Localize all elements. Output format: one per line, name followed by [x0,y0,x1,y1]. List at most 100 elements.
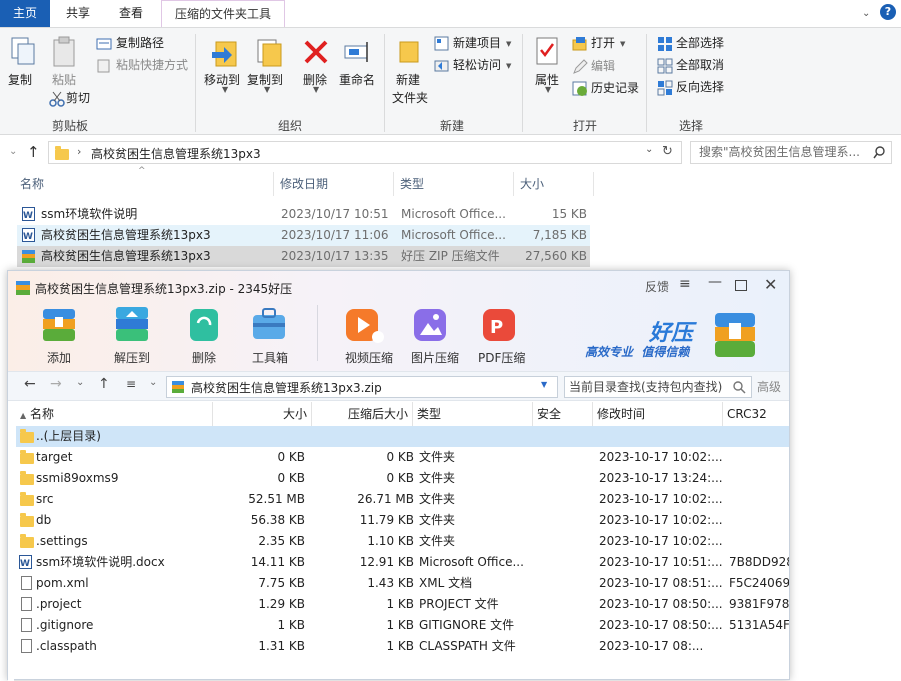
column-name[interactable]: 名称 [14,172,274,196]
archive-row[interactable]: .settings 2.35 KB 1.10 KB 文件夹 2023-10-17 10:… [16,531,789,552]
haozip-header: 高校贫困生信息管理系统13px3.zip - 2345好压 反馈 ≡ — ✕ 添… [8,271,789,371]
up-level-icon[interactable]: ↑ [98,376,110,392]
search-icon[interactable] [733,381,746,394]
properties-dropdown-icon[interactable]: ▼ [545,85,551,94]
rename-button[interactable]: 重命名 [339,71,375,88]
add-button[interactable]: 添加 [47,349,71,366]
history-button[interactable]: 历史记录 [591,78,639,98]
easy-access-button[interactable]: 轻松访问 [453,55,501,75]
select-all-button[interactable]: 全部选择 [676,33,724,53]
image-compress-icon[interactable] [412,303,454,347]
archive-row[interactable]: target 0 KB 0 KB 文件夹 2023-10-17 10:02:... [16,447,789,468]
parent-directory-row[interactable]: ..(上层目录) [16,426,789,447]
delete-recycle-icon[interactable] [184,303,224,347]
copy-path-button[interactable]: 复制路径 [116,33,164,53]
extract-to-button[interactable]: 解压到 [114,349,150,366]
paste-shortcut-button[interactable]: 粘贴快捷方式 [116,55,188,75]
invert-selection-button[interactable]: 反向选择 [676,77,724,97]
column-modified-time[interactable]: 修改时间 [593,402,723,426]
tab-share[interactable]: 共享 [54,0,102,27]
column-crc32[interactable]: CRC32 [723,402,789,426]
toolbox-icon[interactable] [249,303,289,347]
feedback-link[interactable]: 反馈 [645,278,669,295]
toolbox-button[interactable]: 工具箱 [252,349,288,366]
copy-to-dropdown-icon[interactable]: ▼ [264,85,270,94]
new-item-dropdown-icon[interactable]: ▼ [506,40,511,48]
archive-row[interactable]: ssm环境软件说明.docx 14.11 KB 12.91 KB Microsoft … [16,552,789,575]
maximize-icon[interactable] [735,280,747,291]
help-icon[interactable]: ? [880,4,896,20]
archive-row[interactable]: src 52.51 MB 26.71 MB 文件夹 2023-10-17 10:02:.… [16,489,789,510]
view-mode-icon[interactable]: ≡ [126,377,136,391]
new-folder-button-line2[interactable]: 文件夹 [392,89,428,106]
archive-row[interactable]: .project 1.29 KB 1 KB PROJECT 文件 2023-10-17 … [16,594,789,615]
delete-dropdown-icon[interactable]: ▼ [313,85,319,94]
forward-icon[interactable]: → [50,376,62,392]
address-dropdown-icon[interactable]: ⌄ [645,144,653,155]
view-mode-dropdown-icon[interactable]: ⌄ [149,377,157,388]
path-dropdown-icon[interactable]: ▼ [541,380,547,389]
refresh-icon[interactable]: ↻ [662,144,673,159]
file-row-selected[interactable]: 高校贫困生信息管理系统13px3 2023/10/17 13:35 好压 ZIP… [17,246,590,267]
easy-access-icon [434,60,449,72]
new-folder-button[interactable]: 新建 [396,71,420,88]
pdf-compress-button[interactable]: PDF压缩 [478,349,525,366]
video-compress-icon[interactable] [344,303,386,347]
copy-icon[interactable] [10,36,36,66]
column-name[interactable]: ▲ 名称 [16,402,213,426]
delete-button[interactable]: 删除 [192,349,216,366]
up-arrow-icon[interactable]: ↑ [27,143,40,161]
close-icon[interactable]: ✕ [764,275,777,294]
column-size[interactable]: 大小 [514,172,594,196]
archive-item-size: 2.35 KB [258,534,305,548]
edit-button[interactable]: 编辑 [591,56,615,76]
history-dropdown-icon[interactable]: ⌄ [76,377,84,388]
video-compress-button[interactable]: 视频压缩 [345,349,393,366]
search-input[interactable]: 搜索"高校贫困生信息管理系... [690,141,892,164]
advanced-search-link[interactable]: 高级 [757,378,781,395]
archive-item-size: 0 KB [277,450,305,464]
archive-row[interactable]: pom.xml 7.75 KB 1.43 KB XML 文档 2023-10-17 08… [16,573,789,594]
search-icon[interactable] [873,146,886,159]
archive-row[interactable]: .classpath 1.31 KB 1 KB CLASSPATH 文件 2023-10… [16,636,789,657]
archive-row[interactable]: .gitignore 1 KB 1 KB GITIGNORE 文件 2023-10-17… [16,615,789,636]
move-to-dropdown-icon[interactable]: ▼ [222,85,228,94]
minimize-icon[interactable]: — [708,274,722,290]
easy-access-dropdown-icon[interactable]: ▼ [506,62,511,70]
column-security[interactable]: 安全 [533,402,593,426]
address-bar[interactable]: › 高校贫困生信息管理系统13px3 ⌄ ↻ [48,141,682,164]
column-packed-size[interactable]: 压缩后大小 [312,402,413,426]
archive-row[interactable]: ssmi89oxms9 0 KB 0 KB 文件夹 2023-10-17 13:24:.… [16,468,789,489]
add-archive-icon[interactable] [39,303,79,347]
file-icon [21,597,32,611]
menu-icon[interactable]: ≡ [679,276,691,292]
column-type[interactable]: 类型 [394,172,514,196]
copy-button[interactable]: 复制 [8,71,32,88]
tab-compressed-folder-tools[interactable]: 压缩的文件夹工具 [161,0,285,27]
select-none-button[interactable]: 全部取消 [676,55,724,75]
archive-item-size: 0 KB [277,471,305,485]
tab-view[interactable]: 查看 [108,0,154,27]
file-row[interactable]: 高校贫困生信息管理系统13px3 2023/10/17 11:06 Micros… [17,225,590,248]
archive-row[interactable]: db 56.38 KB 11.79 KB 文件夹 2023-10-17 10:02:..… [16,510,789,531]
tab-home[interactable]: 主页 [0,0,50,27]
open-button[interactable]: 打开 [591,33,615,53]
paste-button[interactable]: 粘贴 [52,71,76,88]
image-compress-button[interactable]: 图片压缩 [411,349,459,366]
collapse-ribbon-icon[interactable]: ⌄ [862,8,870,19]
back-icon[interactable]: ← [24,376,36,392]
archive-path-field[interactable]: 高校贫困生信息管理系统13px3.zip ▼ [166,376,558,398]
column-type[interactable]: 类型 [413,402,533,426]
address-path[interactable]: 高校贫困生信息管理系统13px3 [91,145,261,162]
archive-search-input[interactable]: 当前目录查找(支持包内查找) [564,376,752,398]
open-dropdown-icon[interactable]: ▼ [620,40,625,48]
cut-button[interactable]: 剪切 [66,88,90,108]
pdf-compress-icon[interactable]: P [481,303,523,347]
recent-locations-icon[interactable]: ⌄ [9,146,17,157]
file-icon [21,576,32,590]
file-row[interactable]: ssm环境软件说明 2023/10/17 10:51 Microsoft Off… [17,204,590,227]
column-size[interactable]: 大小 [213,402,312,426]
column-date-modified[interactable]: 修改日期 [274,172,394,196]
new-item-button[interactable]: 新建项目 [453,33,501,53]
extract-to-icon[interactable] [112,303,152,347]
